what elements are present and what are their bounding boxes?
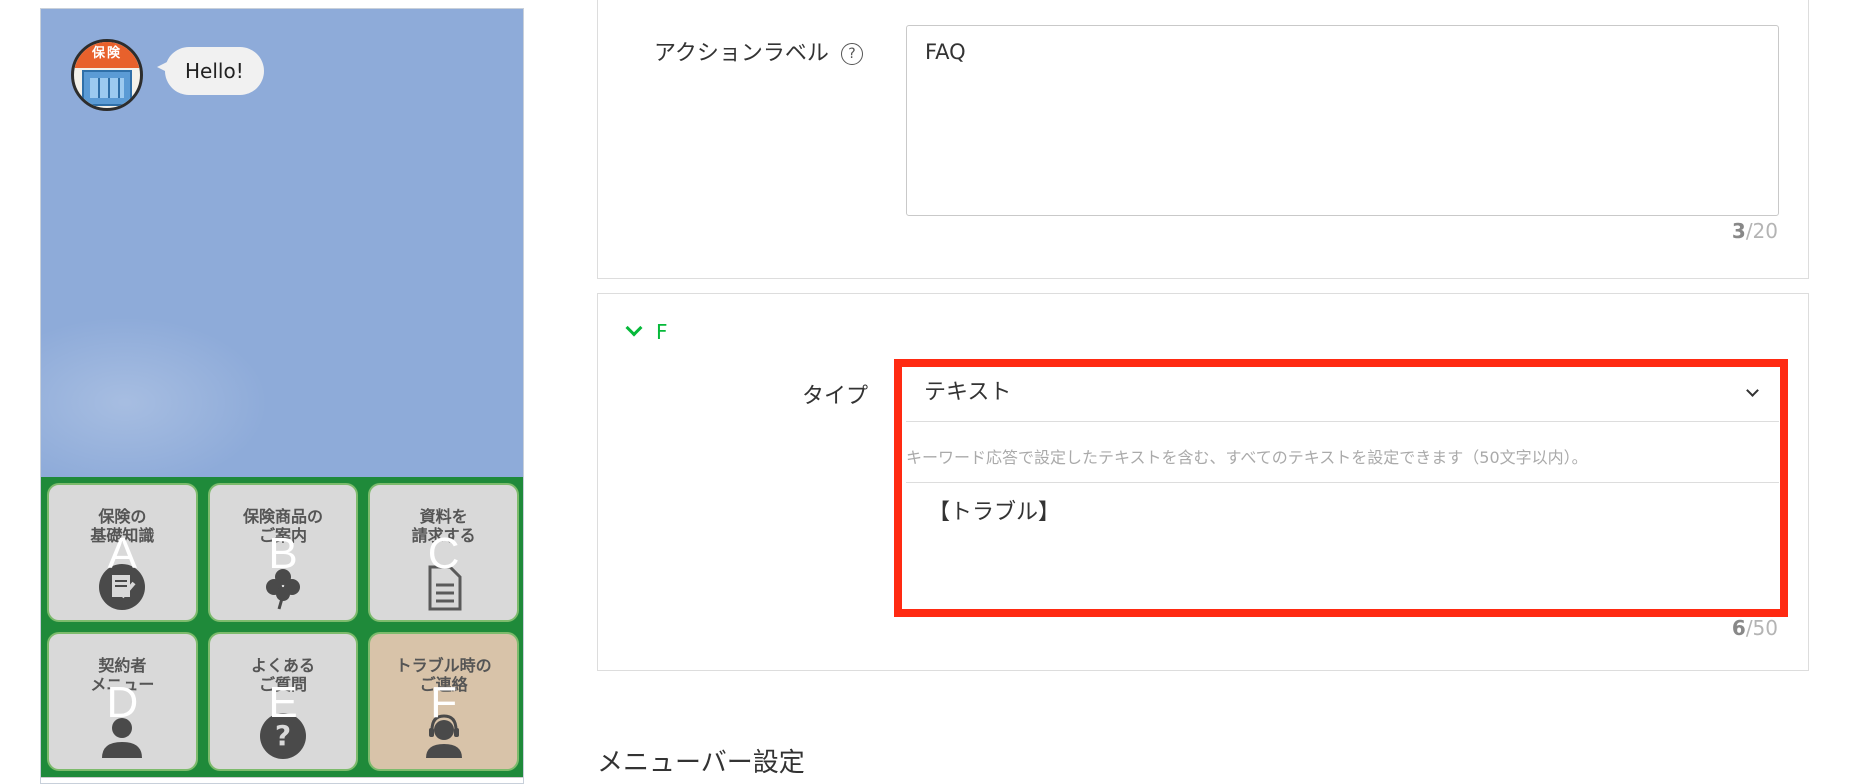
- highlight-box: [894, 359, 1788, 617]
- tile-letter: D: [106, 678, 139, 727]
- building-icon: [82, 70, 132, 106]
- action-label-text: アクションラベル: [654, 41, 829, 66]
- action-label-input[interactable]: FAQ: [906, 25, 1779, 216]
- type-label: タイプ: [802, 384, 869, 409]
- section-f-card: F タイプ テキスト キーワード応答で設定したテキストを含む、すべてのテキストを…: [597, 293, 1809, 671]
- rich-menu-tile-e[interactable]: よくある ご質問 ? E: [207, 632, 359, 771]
- avatar-sign: 保険: [74, 42, 140, 68]
- preview-footer: [41, 777, 523, 783]
- menubar-settings-heading: メニューバー設定: [597, 748, 805, 778]
- rich-menu-tile-d[interactable]: 契約者 メニュー D: [47, 632, 198, 771]
- action-label-value: FAQ: [925, 40, 966, 64]
- rich-menu-tile-f[interactable]: トラブル時の ご連絡 F: [368, 632, 519, 771]
- tile-letter: B: [268, 529, 298, 578]
- action-label-card: アクションラベル? FAQ 3/20: [597, 0, 1809, 279]
- counter-max: /50: [1745, 616, 1778, 640]
- message-counter: 6/50: [1732, 616, 1778, 640]
- greeting-bubble: Hello!: [157, 47, 264, 95]
- counter-current: 3: [1731, 219, 1746, 243]
- section-f-title: F: [656, 320, 668, 344]
- rich-menu-grid: 保険の 基礎知識 A 保険商品の ご案内 B 資料を 請求する C 契約者 メニ…: [41, 477, 523, 777]
- tile-letter: E: [268, 678, 298, 727]
- rich-menu-tile-a[interactable]: 保険の 基礎知識 A: [47, 483, 198, 622]
- help-icon[interactable]: ?: [840, 43, 863, 65]
- counter-current: 6: [1731, 616, 1746, 640]
- chat-area: 保険 Hello!: [41, 9, 523, 479]
- counter-max: /20: [1745, 219, 1778, 243]
- action-label-counter: 3/20: [1732, 219, 1778, 243]
- tile-letter: A: [107, 529, 137, 578]
- rich-menu-tile-c[interactable]: 資料を 請求する C: [368, 483, 519, 622]
- tile-letter: C: [427, 529, 460, 578]
- cloud-decoration: [41, 309, 281, 479]
- chevron-down-icon: [625, 319, 643, 337]
- action-label-title: アクションラベル?: [654, 35, 863, 67]
- rich-menu-tile-b[interactable]: 保険商品の ご案内 B: [207, 483, 359, 622]
- rich-menu-preview: 保険 Hello! 保険の 基礎知識 A 保険商品の ご案内 B 資料を 請求す…: [40, 8, 524, 784]
- tile-letter: F: [430, 678, 458, 727]
- section-f-toggle[interactable]: F: [625, 319, 668, 344]
- avatar: 保険: [71, 39, 143, 111]
